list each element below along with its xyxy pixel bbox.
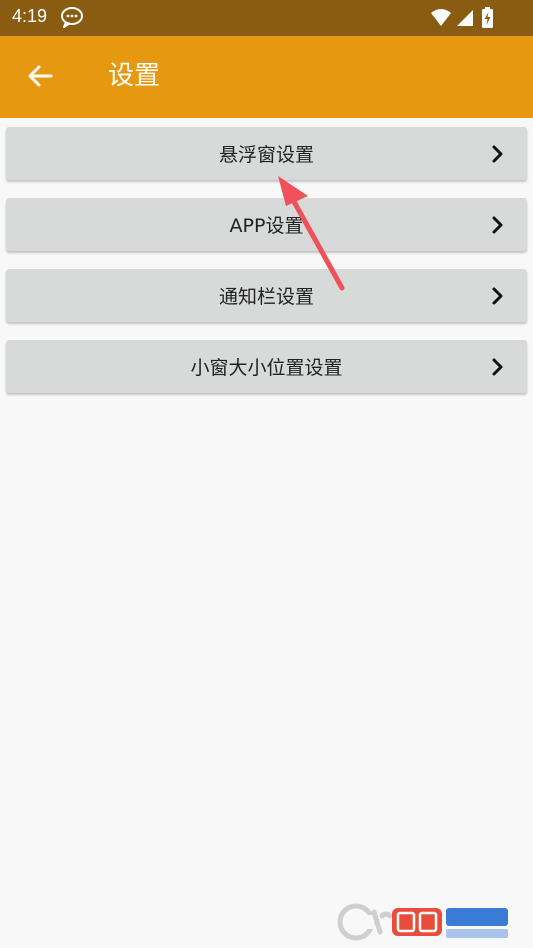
status-icons: [429, 6, 497, 34]
status-time: 4:19: [12, 6, 48, 26]
message-bubble-icon: [60, 6, 84, 32]
menu-item-label: 小窗大小位置设置: [190, 357, 343, 379]
menu-item-floating-window-settings[interactable]: 悬浮窗设置: [6, 127, 527, 180]
signal-icon: [457, 10, 473, 26]
chevron-right-icon: [492, 216, 503, 234]
app-bar: 设置: [0, 36, 533, 118]
menu-item-small-window-size-position-settings[interactable]: 小窗大小位置设置: [6, 340, 527, 393]
battery-charging-icon: [482, 7, 493, 28]
menu-item-label: APP设置: [229, 215, 304, 237]
chevron-right-icon: [492, 287, 503, 305]
back-button[interactable]: [20, 56, 60, 96]
chevron-right-icon: [492, 358, 503, 376]
menu-item-notification-bar-settings[interactable]: 通知栏设置: [6, 269, 527, 322]
menu-item-label: 悬浮窗设置: [218, 144, 314, 166]
wifi-icon: [431, 9, 451, 26]
arrow-left-icon: [28, 65, 53, 87]
chevron-right-icon: [492, 145, 503, 163]
site-logo-watermark: [337, 903, 508, 941]
settings-menu: 悬浮窗设置 APP设置 通知栏设置 小窗大小位置设置: [6, 127, 527, 411]
page-title: 设置: [108, 61, 161, 91]
status-bar: 4:19: [0, 0, 533, 36]
menu-item-label: 通知栏设置: [218, 286, 314, 308]
menu-item-app-settings[interactable]: APP设置: [6, 198, 527, 251]
